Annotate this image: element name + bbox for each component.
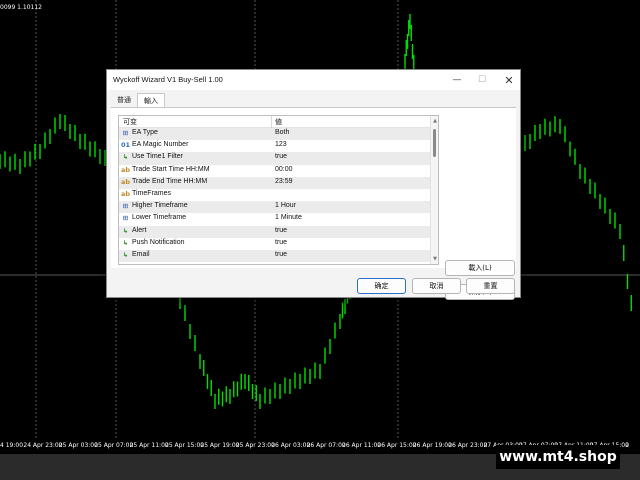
variable-value[interactable]: 1 Minute: [275, 214, 302, 221]
inputs-panel: 可变 値 ⊞ EA Type Both 01 EA Magic Number 123 ↳ Us…: [111, 107, 516, 300]
variable-name: Trade Start Time HH:MM: [132, 165, 210, 173]
column-header-value[interactable]: 値: [275, 117, 282, 127]
variable-value[interactable]: 123: [275, 141, 287, 148]
bool-icon: ↳: [122, 153, 129, 162]
enum-icon: ⊞: [122, 214, 129, 223]
table-row[interactable]: ab Trade End Time HH:MM 23:59: [119, 176, 431, 189]
table-row[interactable]: ⊞ Lower Timeframe 1 Minute: [119, 213, 431, 225]
variable-name: Email: [132, 250, 150, 258]
time-label: 24 Apr 23:00: [23, 442, 63, 449]
scroll-down-icon[interactable]: ▼: [432, 256, 438, 262]
inputs-grid: 可变 値 ⊞ EA Type Both 01 EA Magic Number 123 ↳ Us…: [118, 115, 439, 265]
load-button[interactable]: 載入(L): [445, 260, 515, 276]
enum-icon: ⊞: [122, 129, 129, 137]
variable-name: EA Type: [132, 129, 158, 136]
time-label: 25 Apr 19:00: [200, 442, 240, 449]
close-icon[interactable]: ✕: [498, 70, 520, 90]
variable-name: Use Time1 Filter: [132, 153, 183, 161]
time-label: 25 Apr 23:00: [235, 442, 275, 449]
time-label: 25 Apr 03:00: [58, 442, 98, 449]
bool-icon: ↳: [122, 226, 129, 235]
time-label: 4 19:00: [0, 442, 24, 449]
minimize-icon[interactable]: —: [446, 70, 468, 90]
variable-value[interactable]: 23:59: [275, 178, 293, 185]
bool-icon: ↳: [122, 238, 129, 247]
variable-value[interactable]: true: [275, 153, 287, 160]
table-row[interactable]: ↳ Push Notification true: [119, 238, 431, 250]
time-label: 25 Apr 15:00: [165, 442, 205, 449]
table-row[interactable]: ↳ Alert true: [119, 225, 431, 238]
dialog-title: Wyckoff Wizard V1 Buy-Sell 1.00: [113, 75, 223, 84]
grid-rows: ⊞ EA Type Both 01 EA Magic Number 123 ↳ Use Tim…: [119, 128, 431, 263]
variable-value[interactable]: Both: [275, 129, 289, 136]
time-label: 26 Apr 03:00: [271, 442, 311, 449]
string-icon: ab: [121, 177, 131, 186]
string-icon: ab: [121, 189, 131, 198]
cancel-button[interactable]: 取消: [412, 278, 461, 294]
table-row[interactable]: ab TimeFrames: [119, 189, 431, 201]
bool-icon: ↳: [122, 250, 129, 259]
table-row[interactable]: ↳ Use Time1 Filter true: [119, 152, 431, 165]
title-bar[interactable]: Wyckoff Wizard V1 Buy-Sell 1.00 — ☐ ✕: [107, 70, 520, 90]
ea-properties-dialog: Wyckoff Wizard V1 Buy-Sell 1.00 — ☐ ✕ 普通…: [106, 69, 521, 300]
integer-icon: 01: [121, 141, 131, 150]
variable-value[interactable]: true: [275, 251, 287, 258]
variable-value[interactable]: true: [275, 239, 287, 246]
reset-button[interactable]: 重置: [466, 278, 515, 294]
table-row[interactable]: ab Trade Start Time HH:MM 00:00: [119, 165, 431, 177]
price-label: 0099 1.10112: [0, 4, 42, 11]
variable-name: EA Magic Number: [132, 141, 189, 149]
table-row[interactable]: 01 EA Magic Number 123: [119, 140, 431, 152]
time-label: 26 Apr 11:00: [342, 442, 382, 449]
variable-value[interactable]: 00:00: [275, 166, 293, 173]
variable-value[interactable]: true: [275, 227, 287, 234]
variable-name: Alert: [132, 226, 147, 234]
variable-value[interactable]: 1 Hour: [275, 202, 296, 209]
column-header-variable[interactable]: 可变: [123, 117, 137, 127]
time-label: 26 Apr 15:00: [377, 442, 417, 449]
variable-name: Lower Timeframe: [132, 214, 187, 222]
time-label: 2: [625, 442, 630, 449]
variable-name: TimeFrames: [132, 189, 172, 197]
string-icon: ab: [121, 165, 131, 174]
tab-common[interactable]: 普通: [111, 93, 137, 107]
variable-name: Push Notification: [132, 238, 185, 246]
maximize-icon[interactable]: ☐: [471, 70, 493, 90]
tab-inputs[interactable]: 輸入: [137, 93, 165, 107]
table-row[interactable]: ⊞ EA Type Both: [119, 128, 431, 141]
scroll-thumb[interactable]: [433, 129, 436, 157]
time-label: 25 Apr 07:00: [94, 442, 134, 449]
time-label: 25 Apr 11:00: [129, 442, 169, 449]
time-label: 26 Apr 07:00: [306, 442, 346, 449]
ok-button[interactable]: 确定: [357, 278, 406, 294]
watermark: www.mt4.shop: [496, 445, 620, 469]
scroll-up-icon[interactable]: ▲: [432, 118, 438, 124]
variable-name: Trade End Time HH:MM: [132, 177, 208, 185]
column-separator[interactable]: [271, 116, 272, 128]
grid-scrollbar[interactable]: ▲ ▼: [430, 116, 438, 264]
time-label: 26 Apr 23:00: [448, 442, 488, 449]
time-label: 26 Apr 19:00: [412, 442, 452, 449]
enum-icon: ⊞: [122, 202, 129, 211]
table-row[interactable]: ⊞ Higher Timeframe 1 Hour: [119, 201, 431, 214]
variable-name: Higher Timeframe: [132, 202, 188, 210]
table-row[interactable]: ↳ Email true: [119, 249, 431, 263]
grid-header: 可变 値: [119, 116, 431, 128]
tab-bar: 普通 輸入: [111, 93, 165, 107]
